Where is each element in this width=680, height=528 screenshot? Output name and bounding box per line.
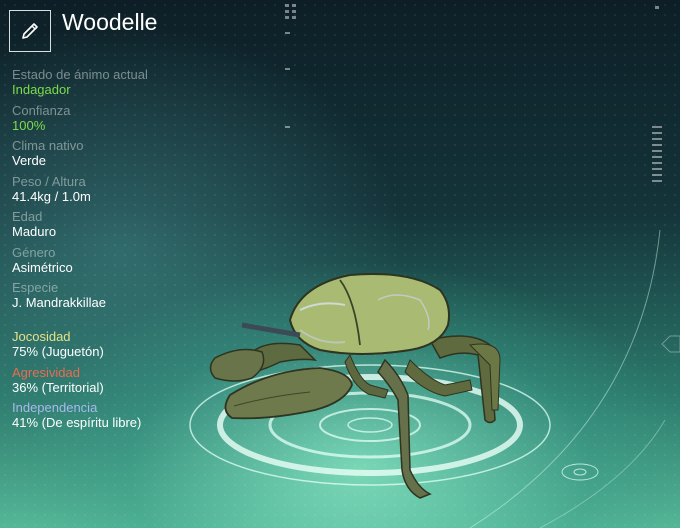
stat-value: Maduro xyxy=(12,224,57,239)
stat-label: Confianza xyxy=(12,102,71,118)
stat-label: Estado de ánimo actual xyxy=(12,67,148,82)
pencil-icon xyxy=(22,23,38,39)
orbit-marker xyxy=(561,463,599,481)
personality-independence: Independencia 41% (De espíritu libre) xyxy=(12,400,232,436)
stat-mood: Estado de ánimo actual Indagador xyxy=(12,67,232,103)
stat-value: J. Mandrakkillae xyxy=(12,295,106,310)
stat-value: 41.4kg / 1.0m xyxy=(12,188,91,204)
personality-aggression: Agresividad 36% (Territorial) xyxy=(12,365,232,401)
personality-value: 41% (De espíritu libre) xyxy=(12,415,142,430)
creature-name: Woodelle xyxy=(62,9,158,35)
stage-ring-core xyxy=(347,417,393,433)
stat-label: Género xyxy=(12,244,56,260)
stat-gender: Género Asimétrico xyxy=(12,245,232,281)
orbit-arc-2 xyxy=(539,419,666,528)
personality-label: Jocosidad xyxy=(12,329,71,344)
creature-stats-panel: Estado de ánimo actual Indagador Confian… xyxy=(12,67,232,316)
stat-species: Especie J. Mandrakkillae xyxy=(12,280,232,316)
hud-ticks xyxy=(285,4,662,182)
orbit-marker-center xyxy=(573,468,587,476)
stat-label: Peso / Altura xyxy=(12,173,86,189)
stat-label: Clima nativo xyxy=(12,138,84,153)
personality-value: 36% (Territorial) xyxy=(12,379,104,395)
personality-playfulness: Jocosidad 75% (Juguetón) xyxy=(12,329,232,365)
hex-marker xyxy=(661,335,680,353)
stat-value: Asimétrico xyxy=(12,259,73,275)
stat-trust: Confianza 100% xyxy=(12,103,232,139)
personality-value: 75% (Juguetón) xyxy=(12,344,104,359)
stat-weight-height: Peso / Altura 41.4kg / 1.0m xyxy=(12,174,232,210)
personality-label: Independencia xyxy=(12,400,98,415)
stat-value: Verde xyxy=(12,153,46,168)
stat-value: 100% xyxy=(12,117,46,133)
stat-age: Edad Maduro xyxy=(12,209,232,245)
stat-label: Especie xyxy=(12,280,59,295)
personality-label: Agresividad xyxy=(12,364,80,380)
edit-name-button[interactable] xyxy=(9,10,51,52)
stat-value: Indagador xyxy=(12,82,71,97)
stat-label: Edad xyxy=(12,209,43,224)
personality-panel: Jocosidad 75% (Juguetón) Agresividad 36%… xyxy=(12,329,232,436)
stat-climate: Clima nativo Verde xyxy=(12,138,232,174)
